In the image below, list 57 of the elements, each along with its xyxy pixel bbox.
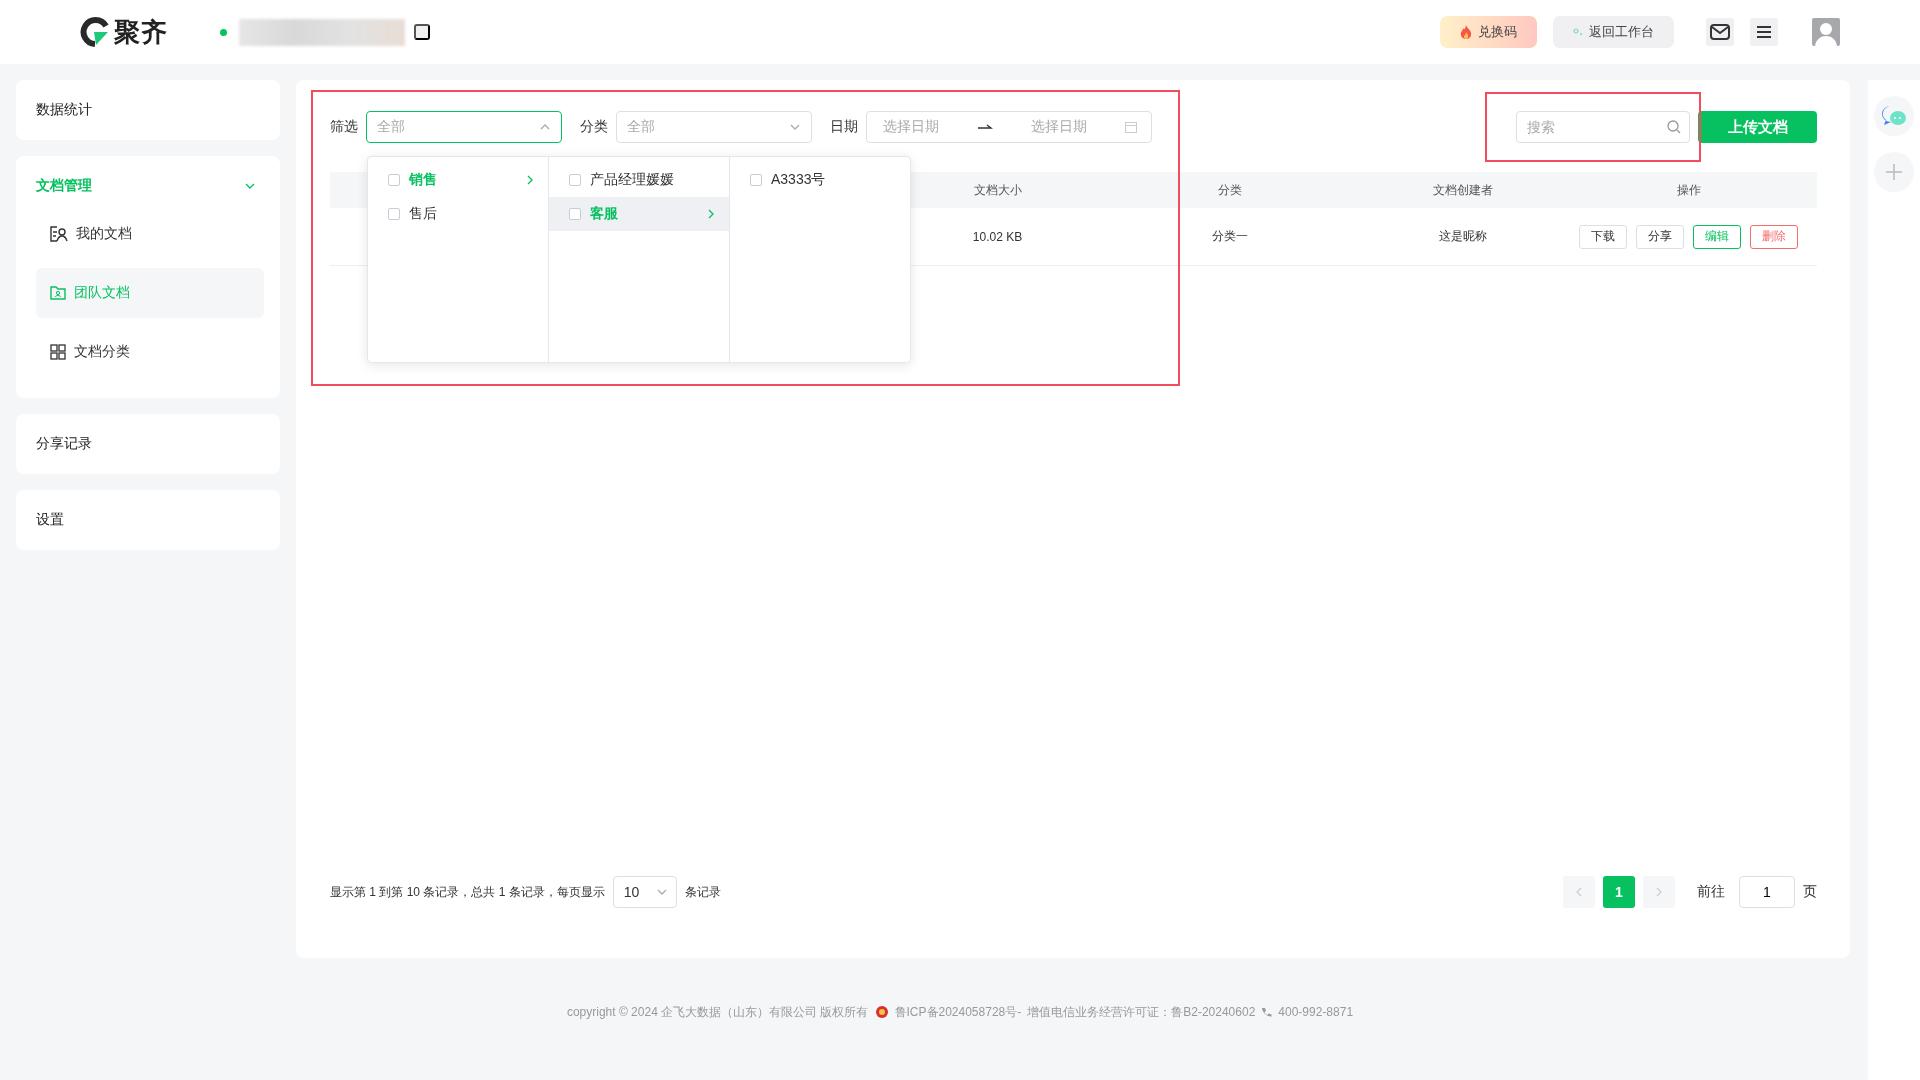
table-cell-text: 这是昵称 xyxy=(1437,228,1488,245)
mail-icon[interactable] xyxy=(1706,18,1734,46)
cascader-option[interactable]: 产品经理媛媛 xyxy=(549,163,729,197)
phone-icon xyxy=(1261,1006,1273,1018)
status-dot xyxy=(220,28,227,36)
cascader-option[interactable]: A3333号 xyxy=(730,163,910,197)
filter-label: 日期 xyxy=(830,118,858,136)
logo-icon xyxy=(80,17,110,47)
avatar-icon[interactable] xyxy=(1812,18,1840,46)
sidebar-item[interactable]: 分享记录 xyxy=(16,414,280,474)
redeem-code-button[interactable]: 兑换码 xyxy=(1440,16,1537,48)
copyright-text: copyright © 2024 企飞大数据（山东）有限公司 版权所有 xyxy=(566,1003,869,1021)
menu-icon[interactable] xyxy=(1750,18,1778,46)
license-text: 增值电信业务经营许可证：鲁B2-20240602 xyxy=(1027,1003,1256,1021)
search-icon xyxy=(1667,120,1681,134)
sidebar-item[interactable]: 数据统计 xyxy=(16,80,280,140)
checkbox[interactable] xyxy=(569,174,581,186)
goto-label: 前往 xyxy=(1697,883,1725,901)
phone-number: 400-992-8871 xyxy=(1278,1005,1354,1019)
column-header: 文档创建者 xyxy=(1431,181,1494,199)
pagination-summary: 显示第 1 到第 10 条记录，总共 1 条记录，每页显示 xyxy=(330,883,605,901)
table-cell-text: 分类一 xyxy=(1211,228,1249,245)
checkbox[interactable] xyxy=(569,208,581,220)
dropdown-button[interactable] xyxy=(414,24,430,40)
row-action-button[interactable]: 下载 xyxy=(1579,224,1627,249)
chat-icon[interactable] xyxy=(1874,96,1914,136)
previous-page-button[interactable] xyxy=(1563,876,1595,908)
sidebar-subitem[interactable]: 我的文档 xyxy=(36,216,264,252)
cascader-option[interactable]: 售后 xyxy=(368,197,548,231)
flame-icon xyxy=(1460,25,1472,39)
sidebar-subitem[interactable]: 文档分类 xyxy=(36,334,264,370)
checkbox[interactable] xyxy=(388,208,400,220)
page-unit: 页 xyxy=(1803,883,1817,901)
page-size-select[interactable]: 10 xyxy=(612,876,677,908)
calendar-icon xyxy=(1125,121,1137,133)
pagination-suffix: 条记录 xyxy=(684,883,721,901)
filter-label: 分类 xyxy=(580,118,608,136)
search-field[interactable]: 搜索 xyxy=(1516,111,1690,143)
sidebar-item[interactable]: 设置 xyxy=(16,490,280,550)
dots-icon xyxy=(1573,28,1583,36)
checkbox[interactable] xyxy=(750,174,762,186)
column-header: 分类 xyxy=(1217,181,1243,199)
next-page-button[interactable] xyxy=(1643,876,1675,908)
back-to-workbench-button[interactable]: 返回工作台 xyxy=(1553,16,1674,48)
filter-label: 筛选 xyxy=(330,118,358,136)
column-header: 操作 xyxy=(1675,181,1702,199)
police-badge-icon xyxy=(874,1005,889,1019)
page-input[interactable]: 1 xyxy=(1739,876,1795,908)
table-cell-text: 10.02 KB xyxy=(971,229,1024,244)
brand-name: 聚齐 xyxy=(114,15,168,49)
column-header: 文档大小 xyxy=(972,181,1023,199)
checkbox[interactable] xyxy=(388,174,400,186)
document-person-icon xyxy=(50,226,68,242)
row-action-button[interactable]: 分享 xyxy=(1636,224,1684,249)
add-icon[interactable] xyxy=(1874,152,1914,192)
folder-icon xyxy=(50,286,66,300)
grid-icon xyxy=(50,344,66,360)
